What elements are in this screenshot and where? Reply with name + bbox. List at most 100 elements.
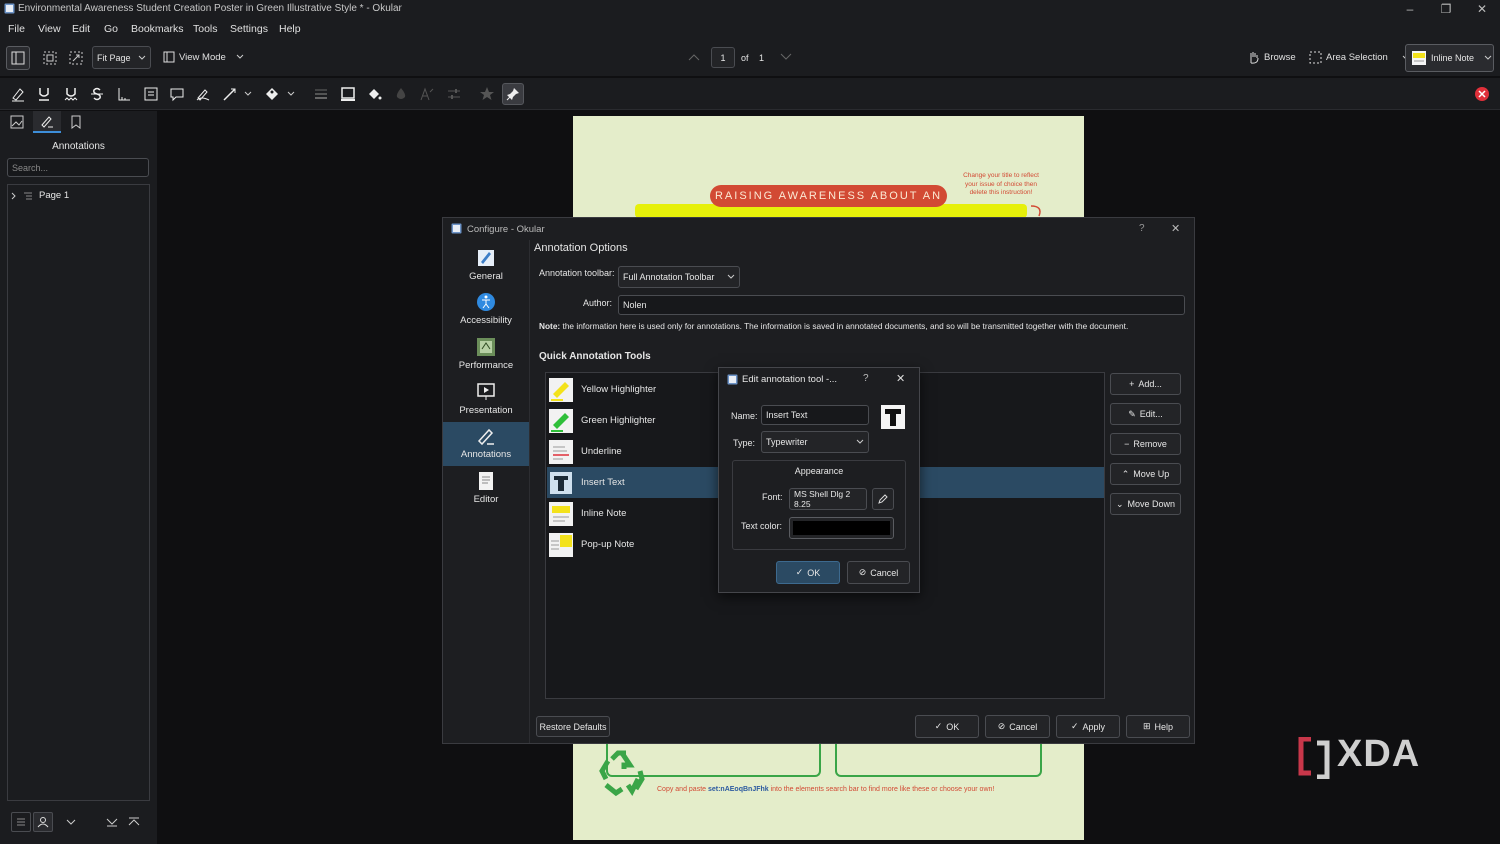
inline-note-icon bbox=[1412, 51, 1426, 65]
menu-settings[interactable]: Settings bbox=[230, 23, 268, 35]
sidebar-item-editor[interactable]: Editor bbox=[443, 467, 529, 511]
sidebar-toggle-button[interactable] bbox=[6, 46, 30, 70]
zoom-to-fit-icon[interactable] bbox=[68, 50, 84, 66]
note-text: the information here is used only for an… bbox=[560, 321, 1129, 331]
sidebar-item-accessibility[interactable]: Accessibility bbox=[443, 288, 529, 332]
author-label: Author: bbox=[583, 298, 613, 308]
expand-all-icon[interactable] bbox=[106, 817, 118, 827]
move-down-label: Move Down bbox=[1127, 499, 1176, 509]
menu-edit[interactable]: Edit bbox=[72, 23, 90, 35]
view-mode-button[interactable]: View Mode bbox=[163, 51, 244, 63]
menu-bookmarks[interactable]: Bookmarks bbox=[131, 23, 184, 35]
popup-note-icon[interactable] bbox=[168, 85, 186, 103]
annotation-search-input[interactable]: Search... bbox=[7, 158, 149, 177]
author-note: Note: the information here is used only … bbox=[539, 321, 1128, 331]
tool-label: Underline bbox=[581, 446, 622, 457]
menu-tools[interactable]: Tools bbox=[193, 23, 218, 35]
opacity-icon[interactable] bbox=[392, 85, 410, 103]
chevron-down-icon[interactable] bbox=[242, 85, 254, 103]
strikeout-icon[interactable] bbox=[88, 85, 106, 103]
pin-toolbar-icon[interactable] bbox=[502, 83, 524, 105]
ok-button[interactable]: ✓ OK bbox=[915, 715, 979, 738]
border-color-icon[interactable] bbox=[339, 85, 357, 103]
inline-note-button[interactable]: Inline Note bbox=[1405, 44, 1494, 72]
typewriter-icon[interactable] bbox=[115, 85, 133, 103]
close-toolbar-icon[interactable] bbox=[1474, 86, 1490, 102]
apply-button[interactable]: ✓ Apply bbox=[1056, 715, 1120, 738]
help-icon[interactable]: ? bbox=[863, 373, 869, 384]
annotations-tab[interactable] bbox=[33, 111, 61, 133]
help-button[interactable]: ⊞ Help bbox=[1126, 715, 1190, 738]
sidebar-item-label: Editor bbox=[473, 494, 499, 505]
page-number-input[interactable]: 1 bbox=[711, 47, 735, 68]
menu-file[interactable]: File bbox=[8, 23, 25, 35]
tree-item-page-1[interactable]: Page 1 bbox=[11, 190, 69, 201]
chevron-down-icon bbox=[236, 54, 244, 59]
group-by-author-button[interactable] bbox=[33, 812, 53, 832]
browse-button[interactable]: Browse bbox=[1248, 51, 1296, 64]
underline-icon[interactable] bbox=[35, 85, 53, 103]
sidebar-item-presentation[interactable]: Presentation bbox=[443, 378, 529, 422]
cancel-label: Cancel bbox=[1009, 721, 1038, 732]
area-selection-button[interactable]: Area Selection bbox=[1309, 51, 1410, 64]
edit-button[interactable]: ✎ Edit... bbox=[1110, 403, 1181, 425]
chevron-down-icon[interactable] bbox=[66, 819, 76, 826]
close-icon[interactable]: ✕ bbox=[1464, 1, 1500, 17]
thumbnails-icon[interactable] bbox=[10, 115, 24, 129]
underline-icon bbox=[549, 439, 573, 464]
move-up-button[interactable]: ⌃ Move Up bbox=[1110, 463, 1181, 485]
annotation-toolbar bbox=[0, 78, 1500, 110]
type-select[interactable]: Typewriter bbox=[761, 431, 869, 453]
sidebar-item-annotations[interactable]: Annotations bbox=[443, 422, 529, 466]
text-color-button[interactable] bbox=[789, 517, 894, 539]
choose-font-button[interactable] bbox=[872, 488, 894, 510]
help-icon[interactable]: ? bbox=[1139, 223, 1145, 234]
font-icon[interactable] bbox=[418, 85, 436, 103]
menu-go[interactable]: Go bbox=[104, 23, 118, 35]
configure-title-bar: Configure - Okular ? ✕ bbox=[443, 218, 1194, 240]
annotations-icon bbox=[477, 428, 494, 446]
restore-icon[interactable]: ❐ bbox=[1428, 1, 1464, 17]
configure-title: Configure - Okular bbox=[467, 224, 545, 235]
area-selection-label: Area Selection bbox=[1326, 52, 1388, 63]
font-field[interactable]: MS Shell Dlg 2 8.25 bbox=[789, 488, 867, 510]
collapse-all-icon[interactable] bbox=[128, 817, 140, 827]
previous-page-icon[interactable] bbox=[688, 53, 700, 61]
sidebar-item-performance[interactable]: Performance bbox=[443, 333, 529, 377]
fit-width-icon[interactable] bbox=[42, 50, 58, 66]
star-icon[interactable] bbox=[478, 85, 496, 103]
move-down-button[interactable]: ⌄ Move Down bbox=[1110, 493, 1181, 515]
bookmark-icon[interactable] bbox=[70, 115, 82, 129]
sidebar-item-general[interactable]: General bbox=[443, 244, 529, 288]
chevron-down-icon bbox=[1484, 55, 1492, 60]
fill-color-icon[interactable] bbox=[365, 85, 383, 103]
annotation-settings-icon[interactable] bbox=[445, 85, 463, 103]
remove-button[interactable]: − Remove bbox=[1110, 433, 1181, 455]
annotation-toolbar-value: Full Annotation Toolbar bbox=[623, 272, 715, 282]
name-field[interactable]: Insert Text bbox=[761, 405, 869, 425]
close-icon[interactable]: ✕ bbox=[896, 372, 905, 385]
cancel-button[interactable]: ⊘ Cancel bbox=[985, 715, 1050, 738]
chevron-down-icon[interactable] bbox=[285, 85, 297, 103]
menu-help[interactable]: Help bbox=[279, 23, 301, 35]
squiggly-underline-icon[interactable] bbox=[62, 85, 80, 103]
author-field[interactable]: Nolen bbox=[618, 295, 1185, 315]
close-icon[interactable]: ✕ bbox=[1171, 222, 1180, 235]
next-page-icon[interactable] bbox=[780, 53, 792, 61]
zoom-combo[interactable]: Fit Page bbox=[92, 46, 151, 69]
stamp-icon[interactable] bbox=[263, 85, 281, 103]
group-by-page-button[interactable] bbox=[11, 812, 31, 832]
minimize-icon[interactable]: – bbox=[1392, 1, 1428, 17]
text-box-icon[interactable] bbox=[142, 85, 160, 103]
cancel-button[interactable]: ⊘ Cancel bbox=[847, 561, 910, 584]
highlighter-icon[interactable] bbox=[9, 85, 27, 103]
annotation-toolbar-select[interactable]: Full Annotation Toolbar bbox=[618, 266, 740, 288]
line-width-icon[interactable] bbox=[312, 85, 330, 103]
add-button[interactable]: + Add... bbox=[1110, 373, 1181, 395]
menu-view[interactable]: View bbox=[38, 23, 61, 35]
check-icon: ✓ bbox=[1070, 721, 1079, 731]
line-icon[interactable] bbox=[221, 85, 239, 103]
restore-defaults-button[interactable]: Restore Defaults bbox=[536, 716, 610, 737]
freehand-icon[interactable] bbox=[194, 85, 212, 103]
ok-button[interactable]: ✓ OK bbox=[776, 561, 840, 584]
